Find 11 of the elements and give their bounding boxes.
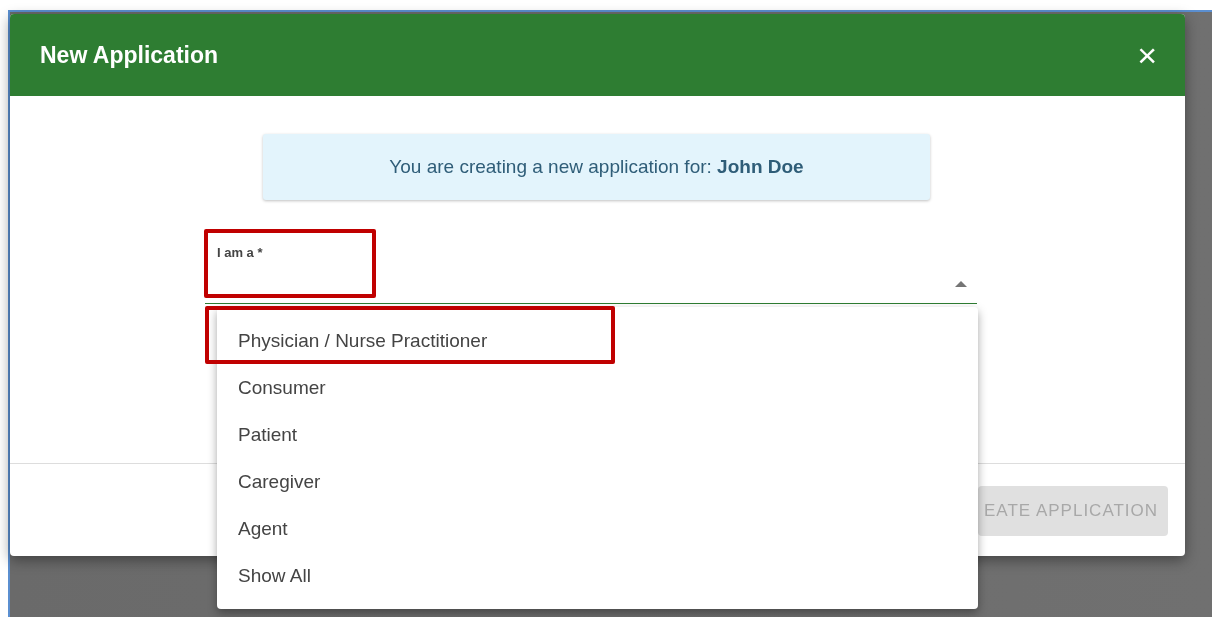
- caret-icon: [955, 281, 967, 287]
- menu-option[interactable]: Agent: [217, 505, 978, 552]
- menu-option[interactable]: Physician / Nurse Practitioner: [217, 317, 978, 364]
- info-text: You are creating a new application for: John Doe: [389, 156, 804, 178]
- close-button[interactable]: ×: [1137, 38, 1157, 72]
- menu-option[interactable]: Caregiver: [217, 458, 978, 505]
- dialog-title: New Application: [40, 41, 219, 69]
- menu-option[interactable]: Patient: [217, 411, 978, 458]
- menu-option[interactable]: Consumer: [217, 364, 978, 411]
- field-label: I am a *: [217, 245, 263, 260]
- menu-option[interactable]: Show All: [217, 552, 978, 599]
